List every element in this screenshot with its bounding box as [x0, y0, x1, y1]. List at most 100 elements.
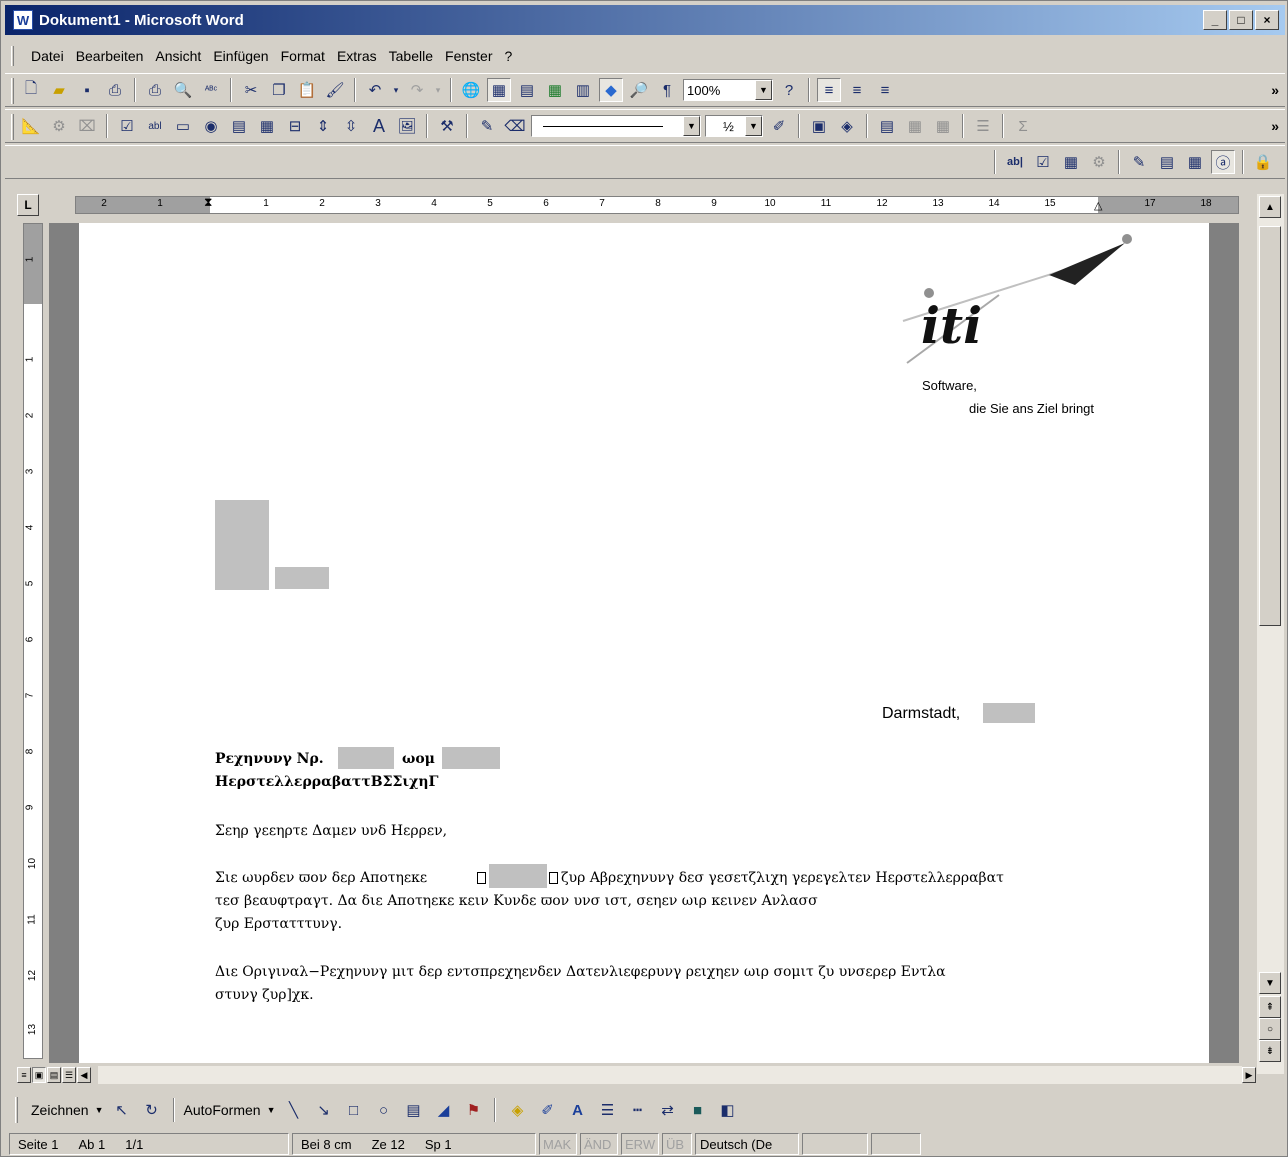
scroll-thumb[interactable]	[1259, 226, 1281, 626]
tab-selector[interactable]: L	[17, 194, 39, 216]
permission-icon[interactable]: ⎙	[103, 78, 127, 102]
print-layout-view-icon[interactable]: ▤	[47, 1067, 61, 1083]
chevron-down-icon[interactable]: ▼	[745, 116, 762, 136]
insert-excel-icon[interactable]: ▦	[543, 78, 567, 102]
browse-object-icon[interactable]: ○	[1259, 1018, 1281, 1040]
columns-icon[interactable]: ▥	[571, 78, 595, 102]
menu-bearbeiten[interactable]: Bearbeiten	[70, 46, 150, 66]
menu-help[interactable]: ?	[498, 46, 518, 66]
cut-icon[interactable]: ✂	[239, 78, 263, 102]
insert-table-icon[interactable]: ▤	[515, 78, 539, 102]
new-document-icon[interactable]: 🗋	[19, 78, 43, 102]
wordart-icon[interactable]: ◢	[431, 1098, 455, 1122]
label-control-icon[interactable]: A	[367, 114, 391, 138]
horizontal-ruler[interactable]: 2 1 1 2 3 4 5 6 7 8 9 10 11 12 13 14 15 …	[75, 195, 1239, 214]
right-indent-marker-icon[interactable]: △	[1094, 199, 1102, 212]
vertical-scrollbar[interactable]: ▲ ▼ ⇞ ○ ⇟	[1256, 194, 1284, 1074]
chevron-down-icon[interactable]: ▼	[755, 80, 772, 100]
scroll-down-icon[interactable]: ▼	[1259, 972, 1281, 994]
form-field-shading-icon[interactable]: ⓐ	[1211, 150, 1235, 174]
document-map-icon[interactable]: 🔎	[627, 78, 651, 102]
more-controls-icon[interactable]: ⚒	[435, 114, 459, 138]
listbox-icon[interactable]: ▤	[227, 114, 251, 138]
menu-datei[interactable]: Datei	[25, 46, 70, 66]
toolbar-overflow-icon[interactable]: »	[1271, 118, 1279, 134]
textbox-control-icon[interactable]: abl	[143, 114, 167, 138]
border-color-icon[interactable]: ✐	[767, 114, 791, 138]
indent-marker-icon[interactable]: ⧗	[204, 195, 212, 210]
autosum-icon[interactable]: Σ	[1011, 114, 1035, 138]
outline-view-icon[interactable]: ☰	[62, 1067, 76, 1083]
spelling-icon[interactable]: ᴬᴮᶜ	[199, 78, 223, 102]
toggle-button-icon[interactable]: ⊟	[283, 114, 307, 138]
select-objects-icon[interactable]: ↖	[110, 1098, 134, 1122]
menu-fenster[interactable]: Fenster	[439, 46, 498, 66]
insert-frame-icon[interactable]: ▦	[1183, 150, 1207, 174]
eraser-icon[interactable]: ⌫	[503, 114, 527, 138]
shading-color-icon[interactable]: ◈	[835, 114, 859, 138]
line-icon[interactable]: ╲	[281, 1098, 305, 1122]
merge-cells-icon[interactable]: ▦	[903, 114, 927, 138]
undo-icon[interactable]: ↶	[363, 78, 387, 102]
status-and[interactable]: ÄND	[580, 1133, 618, 1155]
tables-borders-icon[interactable]: ▦	[487, 78, 511, 102]
insert-table-3-icon[interactable]: ▤	[1155, 150, 1179, 174]
print-preview-icon[interactable]: 🔍	[171, 78, 195, 102]
free-rotate-icon[interactable]: ↻	[140, 1098, 164, 1122]
status-ub[interactable]: ÜB	[662, 1133, 692, 1155]
maximize-button[interactable]: □	[1229, 10, 1253, 30]
align-cell-icon[interactable]: ☰	[971, 114, 995, 138]
document-page[interactable]: iti Software, die Sie ans Ziel bringt Da…	[79, 223, 1209, 1063]
properties-icon[interactable]: ⚙	[47, 114, 71, 138]
line-color-icon[interactable]: ✐	[535, 1098, 559, 1122]
vertical-ruler[interactable]: 1 1 2 3 4 5 6 7 8 9 10 11 12 13	[23, 223, 43, 1059]
outside-border-icon[interactable]: ▣	[807, 114, 831, 138]
option-button-icon[interactable]: ◉	[199, 114, 223, 138]
split-cells-icon[interactable]: ▦	[931, 114, 955, 138]
zoom-combo[interactable]: 100% ▼	[683, 79, 773, 101]
image-control-icon[interactable]: 🖼	[395, 114, 419, 138]
status-language[interactable]: Deutsch (De	[695, 1133, 799, 1155]
check-form-field-icon[interactable]: ☑	[1031, 150, 1055, 174]
align-right-icon[interactable]: ≡	[873, 78, 897, 102]
menubar-grip[interactable]	[11, 46, 14, 66]
insert-table-2-icon[interactable]: ▤	[875, 114, 899, 138]
redo-dropdown-icon[interactable]: ▾	[433, 78, 443, 102]
menu-einfuegen[interactable]: Einfügen	[207, 46, 274, 66]
show-hide-icon[interactable]: ¶	[655, 78, 679, 102]
status-mak[interactable]: MAK	[539, 1133, 577, 1155]
chevron-down-icon[interactable]: ▼	[95, 1105, 104, 1115]
line-weight-combo[interactable]: ½ ▼	[705, 115, 763, 137]
checkbox-control-icon[interactable]: ☑	[115, 114, 139, 138]
line-style-icon[interactable]: ☰	[595, 1098, 619, 1122]
dash-style-icon[interactable]: ┅	[625, 1098, 649, 1122]
spin-button-icon[interactable]: ⇕	[311, 114, 335, 138]
chevron-down-icon[interactable]: ▼	[683, 116, 700, 136]
next-page-icon[interactable]: ⇟	[1259, 1040, 1281, 1062]
menu-extras[interactable]: Extras	[331, 46, 383, 66]
print-icon[interactable]: ⎙	[143, 78, 167, 102]
save-icon[interactable]: ▪	[75, 78, 99, 102]
scrollbar-control-icon[interactable]: ⇳	[339, 114, 363, 138]
clip-art-icon[interactable]: ⚑	[461, 1098, 485, 1122]
undo-dropdown-icon[interactable]: ▾	[391, 78, 401, 102]
align-left-icon[interactable]: ≡	[817, 78, 841, 102]
menu-format[interactable]: Format	[275, 46, 331, 66]
status-spelling-panel[interactable]	[802, 1133, 868, 1155]
horizontal-scrollbar[interactable]	[98, 1066, 1242, 1084]
fill-color-icon[interactable]: ◈	[505, 1098, 529, 1122]
scroll-right-icon[interactable]: ▶	[1242, 1067, 1256, 1083]
copy-icon[interactable]: ❐	[267, 78, 291, 102]
arrow-icon[interactable]: ↘	[311, 1098, 335, 1122]
help-icon[interactable]: ?	[777, 78, 801, 102]
view-code-icon[interactable]: ⌧	[75, 114, 99, 138]
menu-tabelle[interactable]: Tabelle	[383, 46, 439, 66]
combobox-icon[interactable]: ▦	[255, 114, 279, 138]
oval-icon[interactable]: ○	[371, 1098, 395, 1122]
word-app-icon[interactable]: W	[13, 10, 33, 30]
chevron-down-icon[interactable]: ▼	[267, 1105, 276, 1115]
open-folder-icon[interactable]: ▰	[47, 78, 71, 102]
status-erw[interactable]: ERW	[621, 1133, 659, 1155]
toolbar-overflow-icon[interactable]: »	[1271, 82, 1279, 98]
normal-view-icon[interactable]: ≡	[17, 1067, 31, 1083]
